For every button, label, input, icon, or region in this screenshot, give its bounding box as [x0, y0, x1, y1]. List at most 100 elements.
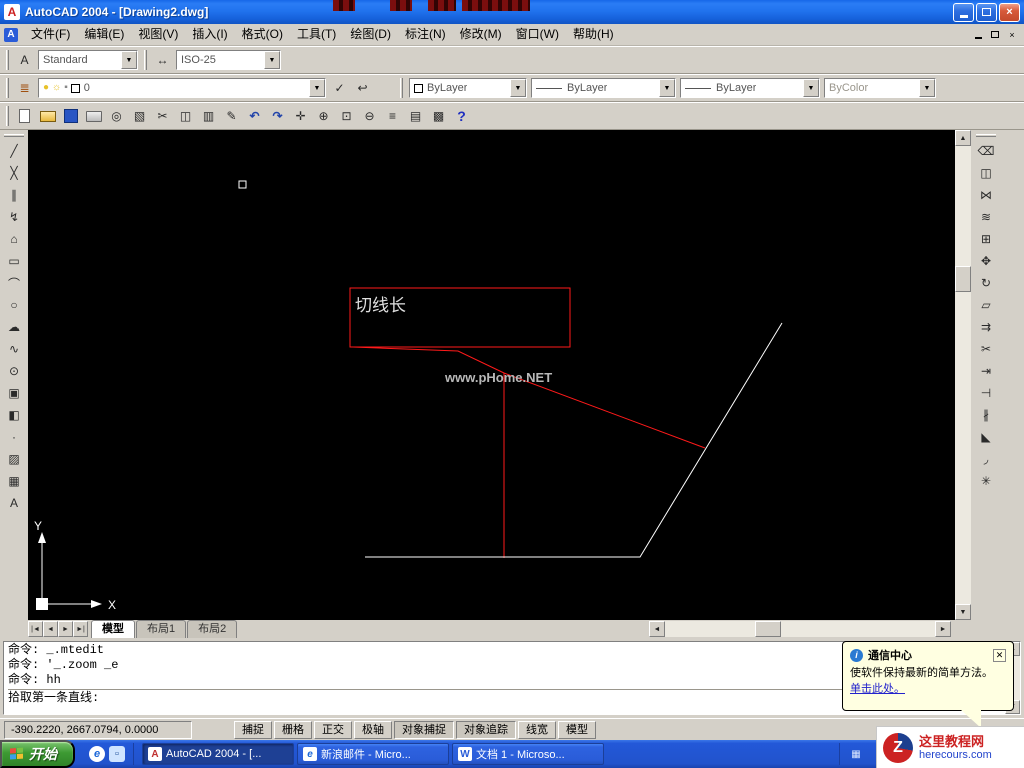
zoom-realtime-icon[interactable]: ⊕ — [312, 105, 335, 128]
menu-item[interactable]: 窗口(W) — [509, 24, 566, 45]
toolbar-grip[interactable] — [6, 106, 9, 126]
tab-last-button[interactable]: ►| — [73, 621, 88, 637]
chevron-down-icon[interactable]: ▼ — [264, 51, 280, 69]
ellipse-icon[interactable]: ⊙ — [2, 360, 26, 382]
hatch-icon[interactable]: ▨ — [2, 448, 26, 470]
lineweight-combo[interactable]: ByLayer ▼ — [680, 78, 820, 98]
help-icon[interactable]: ? — [450, 105, 473, 128]
vertical-scroll-track[interactable] — [955, 146, 971, 604]
drawing-canvas[interactable]: 切线长 www.pHome.NET Y X — [28, 130, 955, 620]
toolbar-grip[interactable] — [144, 50, 147, 70]
rotate-icon[interactable]: ↻ — [974, 272, 998, 294]
break-icon[interactable]: ∦ — [974, 404, 998, 426]
explode-icon[interactable]: ✳ — [974, 470, 998, 492]
mdi-minimize-button[interactable] — [970, 28, 986, 42]
status-toggle-button[interactable]: 对象追踪 — [456, 721, 516, 739]
dim-style-combo[interactable]: ISO-25 ▼ — [176, 50, 281, 70]
save-icon[interactable] — [59, 105, 82, 128]
status-toggle-button[interactable]: 捕捉 — [234, 721, 272, 739]
color-combo[interactable]: ByLayer ▼ — [409, 78, 527, 98]
polyline-icon[interactable]: ↯ — [2, 206, 26, 228]
status-toggle-button[interactable]: 线宽 — [518, 721, 556, 739]
menu-item[interactable]: 帮助(H) — [566, 24, 621, 45]
minimize-button[interactable] — [953, 3, 974, 22]
chevron-down-icon[interactable]: ▼ — [659, 79, 675, 97]
menu-item[interactable]: 格式(O) — [235, 24, 290, 45]
line-icon[interactable]: ╱ — [2, 140, 26, 162]
paste-icon[interactable]: ▥ — [197, 105, 220, 128]
trim-icon[interactable]: ✂ — [974, 338, 998, 360]
stretch-icon[interactable]: ⇉ — [974, 316, 998, 338]
popup-link[interactable]: 单击此处。 — [850, 683, 905, 695]
status-toggle-button[interactable]: 模型 — [558, 721, 596, 739]
menu-item[interactable]: 编辑(E) — [77, 24, 131, 45]
status-toggle-button[interactable]: 正交 — [314, 721, 352, 739]
point-icon[interactable]: · — [2, 426, 26, 448]
menu-item[interactable]: 工具(T) — [290, 24, 343, 45]
insert-block-icon[interactable]: ▣ — [2, 382, 26, 404]
construction-line-icon[interactable]: ╳ — [2, 162, 26, 184]
undo-icon[interactable]: ↶ — [243, 105, 266, 128]
move-icon[interactable]: ✥ — [974, 250, 998, 272]
make-layer-current-icon[interactable]: ✓ — [328, 77, 351, 100]
fillet-icon[interactable]: ◞ — [974, 448, 998, 470]
polygon-icon[interactable]: ⌂ — [2, 228, 26, 250]
toolbar-grip[interactable] — [6, 78, 9, 98]
show-desktop-icon[interactable]: ▫ — [109, 746, 125, 762]
layout-tab[interactable]: 布局2 — [187, 620, 237, 638]
layer-previous-icon[interactable]: ↩ — [351, 77, 374, 100]
layout-tab[interactable]: 模型 — [91, 620, 135, 638]
chamfer-icon[interactable]: ◣ — [974, 426, 998, 448]
circle-icon[interactable]: ○ — [2, 294, 26, 316]
copy-object-icon[interactable]: ◫ — [974, 162, 998, 184]
spline-icon[interactable]: ∿ — [2, 338, 26, 360]
horizontal-scroll-thumb[interactable] — [755, 621, 781, 637]
tab-first-button[interactable]: |◄ — [28, 621, 43, 637]
array-icon[interactable]: ⊞ — [974, 228, 998, 250]
menu-item[interactable]: 绘图(D) — [343, 24, 398, 45]
toolbar-grip[interactable] — [4, 134, 24, 137]
layout-tab[interactable]: 布局1 — [136, 620, 186, 638]
redo-icon[interactable]: ↷ — [266, 105, 289, 128]
text-style-combo[interactable]: Standard ▼ — [38, 50, 138, 70]
scroll-up-icon[interactable]: ▲ — [955, 130, 971, 146]
taskbar-task-button[interactable]: A AutoCAD 2004 - [... — [142, 743, 294, 765]
zoom-previous-icon[interactable]: ⊖ — [358, 105, 381, 128]
scroll-down-icon[interactable]: ▼ — [955, 604, 971, 620]
toolbar-grip[interactable] — [976, 134, 996, 137]
menu-item[interactable]: 文件(F) — [24, 24, 77, 45]
vertical-scroll-thumb[interactable] — [955, 266, 971, 292]
chevron-down-icon[interactable]: ▼ — [510, 79, 526, 97]
vertical-scrollbar[interactable]: ▲ ▼ — [955, 130, 971, 620]
arc-icon[interactable]: ⌒ — [2, 272, 26, 294]
horizontal-scrollbar[interactable]: ◄ ► — [649, 621, 951, 637]
erase-icon[interactable]: ⌫ — [974, 140, 998, 162]
linetype-combo[interactable]: ByLayer ▼ — [531, 78, 676, 98]
plot-icon[interactable] — [82, 105, 105, 128]
taskbar-task-button[interactable]: W 文档 1 - Microso... — [452, 743, 604, 765]
multiline-icon[interactable]: ∥ — [2, 184, 26, 206]
menu-item[interactable]: 标注(N) — [398, 24, 453, 45]
cut-icon[interactable]: ✂ — [151, 105, 174, 128]
publish-icon[interactable]: ▧ — [128, 105, 151, 128]
status-toggle-button[interactable]: 对象捕捉 — [394, 721, 454, 739]
layer-combo[interactable]: ● ☼ ▪ 0 ▼ — [38, 78, 326, 98]
tab-prev-button[interactable]: ◄ — [43, 621, 58, 637]
start-button[interactable]: 开始 — [0, 740, 75, 768]
region-icon[interactable]: ▦ — [2, 470, 26, 492]
revision-cloud-icon[interactable]: ☁ — [2, 316, 26, 338]
rectangle-icon[interactable]: ▭ — [2, 250, 26, 272]
offset-icon[interactable]: ≋ — [974, 206, 998, 228]
extend-icon[interactable]: ⇥ — [974, 360, 998, 382]
plot-preview-icon[interactable]: ◎ — [105, 105, 128, 128]
horizontal-scroll-track[interactable] — [665, 621, 935, 637]
match-properties-icon[interactable]: ✎ — [220, 105, 243, 128]
new-icon[interactable] — [13, 105, 36, 128]
menu-item[interactable]: 视图(V) — [131, 24, 185, 45]
mdi-restore-button[interactable] — [987, 28, 1003, 42]
taskbar-task-button[interactable]: e 新浪邮件 - Micro... — [297, 743, 449, 765]
chevron-down-icon[interactable]: ▼ — [803, 79, 819, 97]
multiline-text-icon[interactable]: A — [2, 492, 26, 514]
toolbar-grip[interactable] — [400, 78, 403, 98]
properties-icon[interactable]: ≡ — [381, 105, 404, 128]
